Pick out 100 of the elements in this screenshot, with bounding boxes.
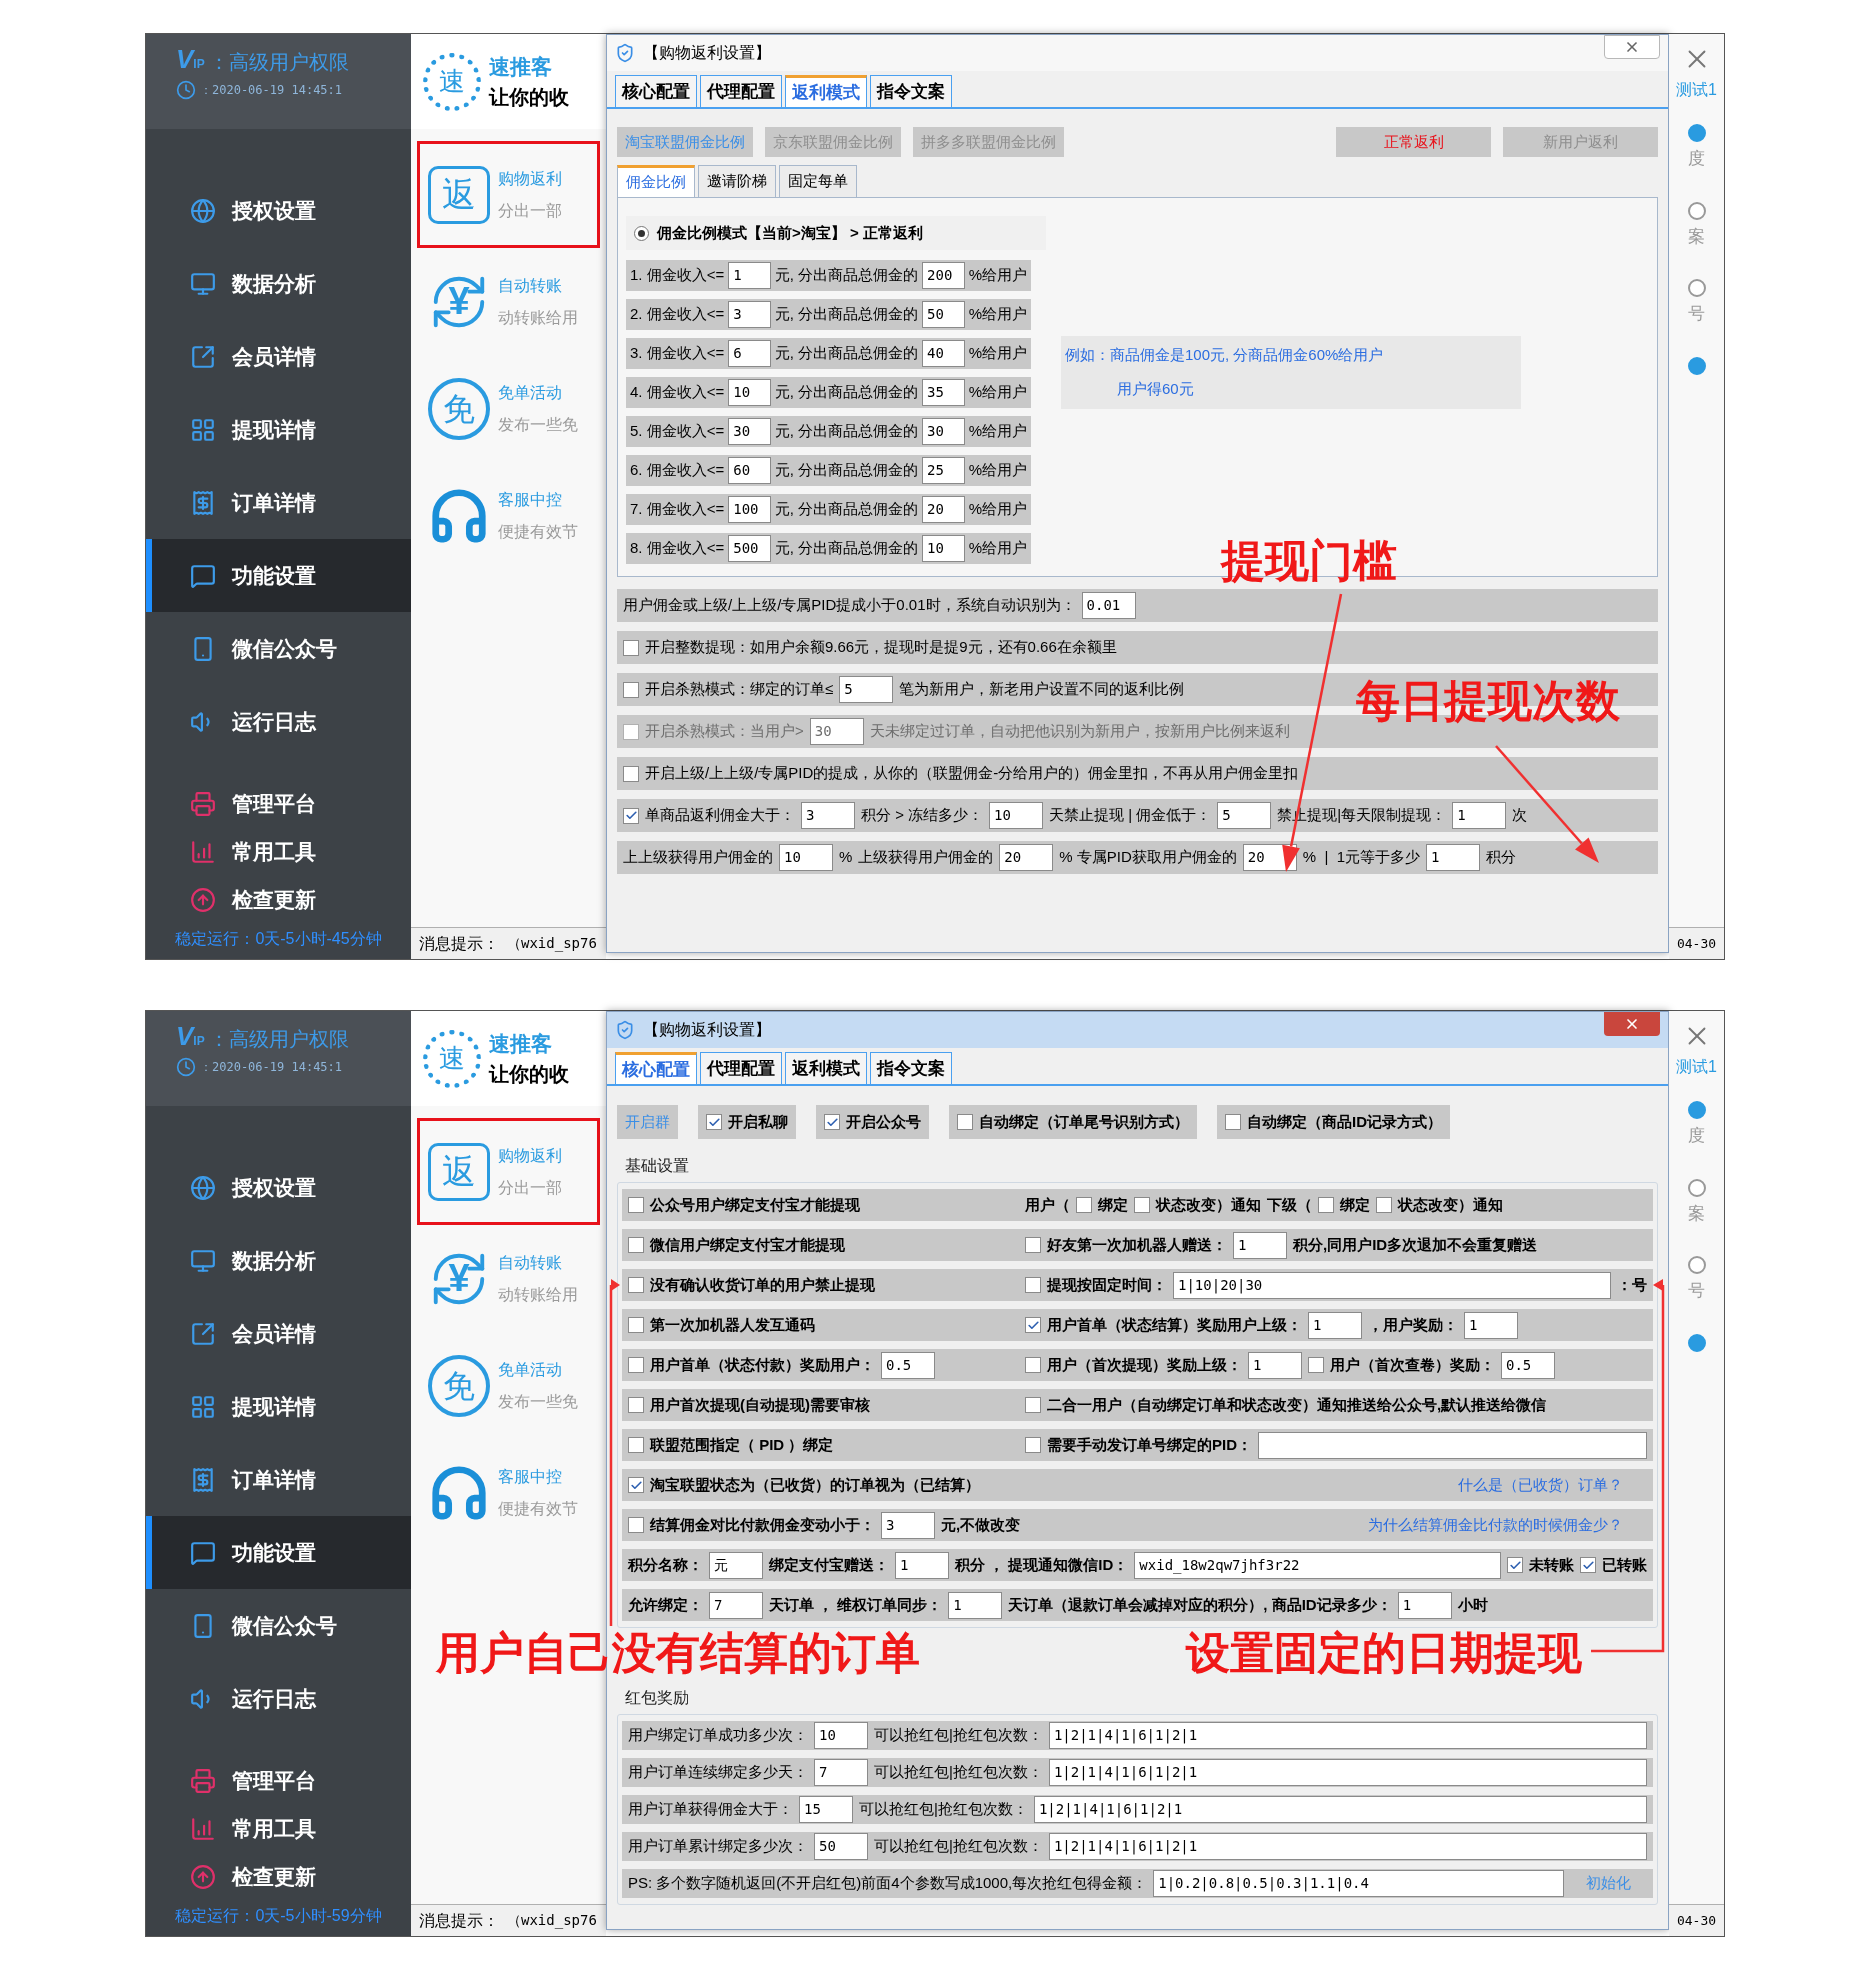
- input-field[interactable]: 20: [999, 844, 1054, 871]
- input-field[interactable]: 10: [779, 844, 833, 871]
- checkbox[interactable]: 好友第一次加机器人赠送：: [1025, 1233, 1227, 1257]
- input-field[interactable]: 1: [948, 1591, 1003, 1619]
- dialog-tab[interactable]: 指令文案: [870, 1052, 952, 1084]
- checkbox[interactable]: 开启杀熟模式：绑定的订单≤: [623, 678, 834, 701]
- input-field[interactable]: 0.01: [1081, 592, 1136, 619]
- checkbox[interactable]: 绑定: [1076, 1193, 1128, 1217]
- input-field[interactable]: 元: [709, 1551, 763, 1579]
- nav-item[interactable]: 常用工具: [146, 1805, 411, 1853]
- checkbox[interactable]: 结算佣金对比付款佣金变动小于：: [628, 1513, 875, 1537]
- input-field[interactable]: 60: [728, 457, 771, 484]
- nav-item[interactable]: 检查更新: [146, 1853, 411, 1901]
- input-field[interactable]: 7: [709, 1591, 763, 1619]
- input-field[interactable]: 1: [728, 262, 771, 289]
- nav-item[interactable]: 功能设置: [146, 1516, 411, 1589]
- nav-item[interactable]: 订单详情: [146, 466, 411, 539]
- nav-item[interactable]: 订单详情: [146, 1443, 411, 1516]
- checkbox[interactable]: 微信用户绑定支付宝才能提现: [628, 1233, 845, 1257]
- nav-item[interactable]: 管理平台: [146, 1757, 411, 1805]
- checkbox[interactable]: 已转账: [1580, 1553, 1647, 1577]
- nav-item[interactable]: 提现详情: [146, 393, 411, 466]
- sub-tab[interactable]: 佣金比例: [617, 165, 695, 197]
- input-field[interactable]: 10: [922, 535, 965, 562]
- input-field[interactable]: 5: [1217, 802, 1272, 829]
- input-field[interactable]: 0.5: [1501, 1351, 1555, 1379]
- input-field[interactable]: 10: [814, 1722, 868, 1749]
- checkbox[interactable]: 公众号用户绑定支付宝才能提现: [628, 1193, 860, 1217]
- input-field[interactable]: 1: [1452, 802, 1507, 829]
- input-field[interactable]: 15: [799, 1796, 853, 1823]
- checkbox[interactable]: 单商品返利佣金大于：: [623, 804, 795, 827]
- input-field[interactable]: 7: [814, 1759, 868, 1786]
- input-field[interactable]: 1: [1426, 844, 1481, 871]
- input-field[interactable]: 35: [922, 379, 965, 406]
- checkbox[interactable]: 没有确认收货订单的用户禁止提现: [628, 1273, 875, 1297]
- nav-item[interactable]: 微信公众号: [146, 1589, 411, 1662]
- sub-tab[interactable]: 邀请阶梯: [698, 165, 776, 197]
- checkbox[interactable]: 用户首单（状态结算）奖励用户上级：: [1025, 1313, 1302, 1337]
- input-field[interactable]: 0.5: [881, 1351, 935, 1379]
- input-field[interactable]: 1: [1397, 1591, 1452, 1619]
- checkbox[interactable]: 用户（首次提现）奖励上级：: [1025, 1353, 1242, 1377]
- checkbox[interactable]: 用户首次提现(自动提现)需要审核: [628, 1393, 870, 1417]
- dialog-tab[interactable]: 返利模式: [785, 1052, 867, 1084]
- close-button[interactable]: [1604, 1012, 1660, 1036]
- nav-item[interactable]: 微信公众号: [146, 612, 411, 685]
- input-field[interactable]: 1|0.2|0.8|0.5|0.3|1.1|0.4: [1153, 1870, 1564, 1897]
- dialog-tab[interactable]: 指令文案: [870, 75, 952, 107]
- checkbox[interactable]: 状态改变）通知: [1376, 1193, 1503, 1217]
- input-field[interactable]: 3: [801, 802, 855, 829]
- nav-item[interactable]: 管理平台: [146, 780, 411, 828]
- nav-item[interactable]: 检查更新: [146, 876, 411, 924]
- dialog-tab[interactable]: 核心配置: [615, 1052, 697, 1084]
- input-field[interactable]: 40: [922, 340, 965, 367]
- input-field[interactable]: [1258, 1431, 1647, 1459]
- checkbox[interactable]: 绑定: [1318, 1193, 1370, 1217]
- input-field[interactable]: 50: [814, 1833, 868, 1860]
- input-field[interactable]: 3: [728, 301, 771, 328]
- nav-item[interactable]: 运行日志: [146, 685, 411, 758]
- nav-item[interactable]: 提现详情: [146, 1370, 411, 1443]
- input-field[interactable]: wxid_18w2qw7jhf3r22: [1134, 1551, 1501, 1579]
- input-field[interactable]: 1: [1233, 1231, 1287, 1259]
- nav-item[interactable]: 数据分析: [146, 1224, 411, 1297]
- nav-item[interactable]: 功能设置: [146, 539, 411, 612]
- input-field[interactable]: 1: [1248, 1351, 1302, 1379]
- input-field[interactable]: 500: [728, 535, 771, 562]
- input-field[interactable]: 1|2|1|4|1|6|1|2|1: [1048, 1722, 1647, 1749]
- input-field[interactable]: 20: [922, 496, 965, 523]
- input-field[interactable]: 50: [922, 301, 965, 328]
- nav-item[interactable]: 常用工具: [146, 828, 411, 876]
- input-field[interactable]: 1: [1308, 1311, 1362, 1339]
- input-field[interactable]: 200: [922, 262, 965, 289]
- checkbox[interactable]: 二合一用户（自动绑定订单和状态改变）通知推送给公众号,默认推送给微信: [1025, 1393, 1547, 1417]
- checkbox[interactable]: 提现按固定时间：: [1025, 1273, 1167, 1297]
- nav-item[interactable]: 数据分析: [146, 247, 411, 320]
- checkbox[interactable]: 用户（首次查卷）奖励：: [1308, 1353, 1495, 1377]
- input-field[interactable]: 30: [922, 418, 965, 445]
- input-field[interactable]: 1|10|20|30: [1173, 1271, 1611, 1299]
- nav-item[interactable]: 运行日志: [146, 1662, 411, 1735]
- radio-option[interactable]: 佣金比例模式【当前>淘宝】 > 正常返利: [626, 216, 1046, 250]
- checkbox[interactable]: 开启上级/上上级/专属PID的提成，从你的（联盟佣金-分给用户的）佣金里扣，不再从用户佣金里扣: [623, 762, 1299, 785]
- checkbox[interactable]: 第一次加机器人发互通码: [628, 1313, 815, 1337]
- input-field[interactable]: 10: [728, 379, 771, 406]
- input-field[interactable]: 1: [1464, 1311, 1518, 1339]
- dialog-tab[interactable]: 代理配置: [700, 75, 782, 107]
- input-field[interactable]: 30: [728, 418, 771, 445]
- input-field[interactable]: 25: [922, 457, 965, 484]
- dialog-tab[interactable]: 返利模式: [785, 75, 867, 107]
- input-field[interactable]: 1: [895, 1551, 949, 1579]
- input-field[interactable]: 1|2|1|4|1|6|1|2|1: [1033, 1796, 1647, 1823]
- checkbox[interactable]: 状态改变）通知: [1134, 1193, 1261, 1217]
- nav-item[interactable]: 会员详情: [146, 320, 411, 393]
- checkbox[interactable]: 用户首单（状态付款）奖励用户：: [628, 1353, 875, 1377]
- input-field[interactable]: 5: [839, 676, 894, 703]
- checkbox[interactable]: 未转账: [1507, 1553, 1574, 1577]
- input-field[interactable]: 10: [989, 802, 1044, 829]
- input-field[interactable]: 6: [728, 340, 771, 367]
- sub-tab[interactable]: 固定每单: [779, 165, 857, 197]
- input-field[interactable]: 1|2|1|4|1|6|1|2|1: [1048, 1759, 1647, 1786]
- checkbox[interactable]: 联盟范围指定（ PID ）绑定: [628, 1433, 834, 1457]
- dialog-tab[interactable]: 核心配置: [615, 75, 697, 107]
